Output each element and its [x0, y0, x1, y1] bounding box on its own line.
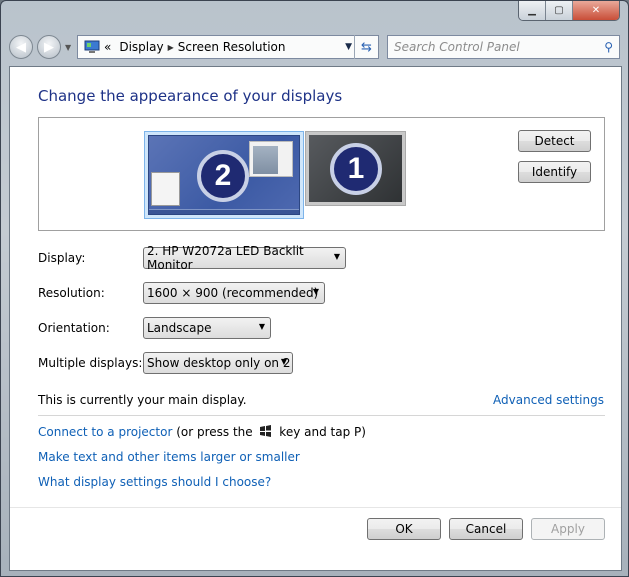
close-button[interactable]: ✕: [573, 1, 619, 20]
window-frame: ▁ ▢ ✕ ◀ ▶ ▼ « Display ▶ Screen Resolutio…: [0, 0, 629, 577]
cancel-button[interactable]: Cancel: [449, 518, 523, 540]
orientation-label: Orientation:: [38, 321, 110, 335]
breadcrumb-display[interactable]: Display: [119, 40, 163, 54]
monitor-2[interactable]: 2: [144, 131, 304, 219]
advanced-settings-link[interactable]: Advanced settings: [493, 393, 604, 407]
back-arrow-icon: ◀: [16, 39, 26, 55]
monitor-2-number: 2: [197, 150, 249, 202]
connect-projector-link[interactable]: Connect to a projector: [38, 425, 172, 439]
windows-logo-icon: [260, 425, 272, 437]
control-panel-icon: [84, 40, 100, 53]
search-placeholder: Search Control Panel: [394, 40, 520, 54]
forward-arrow-icon: ▶: [44, 39, 54, 55]
window-thumbnail-icon: [249, 141, 293, 177]
recent-pages-dropdown[interactable]: ▼: [65, 43, 71, 52]
back-button[interactable]: ◀: [9, 35, 33, 59]
chevron-down-icon: ▼: [333, 252, 340, 261]
monitor-2-screen: 2: [148, 135, 300, 215]
minimize-icon: ▁: [528, 5, 536, 16]
divider: [38, 415, 605, 416]
multiple-displays-label: Multiple displays:: [38, 356, 143, 370]
display-select[interactable]: 2. HP W2072a LED Backlit Monitor ▼: [143, 244, 346, 272]
detect-button[interactable]: Detect: [518, 130, 591, 152]
address-overflow[interactable]: «: [104, 40, 111, 54]
display-label: Display:: [38, 251, 86, 265]
projector-hint-post: key and tap P): [275, 425, 366, 439]
search-input[interactable]: Search Control Panel ⚲: [387, 35, 620, 59]
forward-button[interactable]: ▶: [37, 35, 61, 59]
address-bar[interactable]: « Display ▶ Screen Resolution ▼ ⇆: [77, 35, 379, 59]
close-icon: ✕: [591, 5, 601, 16]
ok-button[interactable]: OK: [367, 518, 441, 540]
orientation-value: Landscape: [147, 321, 212, 335]
resolution-select[interactable]: 1600 × 900 (recommended) ▼: [143, 282, 325, 304]
display-value: 2. HP W2072a LED Backlit Monitor: [147, 244, 304, 272]
main-display-status: This is currently your main display.: [38, 393, 247, 407]
minimize-button[interactable]: ▁: [519, 1, 546, 20]
projector-hint-pre: (or press the: [172, 425, 257, 439]
monitor-1[interactable]: 1: [305, 131, 406, 206]
maximize-icon: ▢: [554, 5, 564, 16]
monitor-arrangement: 2 1 Detect Identify: [38, 117, 605, 231]
chevron-down-icon: ▼: [280, 357, 287, 366]
projector-row: Connect to a projector (or press the key…: [38, 425, 366, 439]
display-help-link[interactable]: What display settings should I choose?: [38, 475, 271, 489]
orientation-select[interactable]: Landscape ▼: [143, 317, 271, 339]
taskbar-thumbnail: [149, 209, 299, 214]
refresh-button[interactable]: ⇆: [354, 35, 378, 59]
page-title: Change the appearance of your displays: [38, 87, 343, 105]
search-icon[interactable]: ⚲: [604, 40, 613, 54]
navigation-bar: ◀ ▶ ▼ « Display ▶ Screen Resolution ▼ ⇆ …: [9, 34, 620, 60]
caption-buttons: ▁ ▢ ✕: [518, 1, 620, 21]
chevron-down-icon: ▼: [258, 322, 265, 331]
monitor-1-screen: 1: [309, 135, 402, 202]
maximize-button[interactable]: ▢: [546, 1, 573, 20]
footer-divider: [10, 507, 621, 508]
multiple-displays-value: Show desktop only on 2: [147, 356, 291, 370]
breadcrumb-separator-icon[interactable]: ▶: [168, 43, 174, 52]
content-pane: Change the appearance of your displays 2…: [9, 66, 622, 571]
resolution-label: Resolution:: [38, 286, 105, 300]
start-menu-thumbnail-icon: [151, 172, 180, 206]
text-size-link[interactable]: Make text and other items larger or smal…: [38, 450, 300, 464]
resolution-value: 1600 × 900 (recommended): [147, 286, 319, 300]
apply-button[interactable]: Apply: [531, 518, 605, 540]
monitor-1-number: 1: [330, 143, 382, 195]
chevron-down-icon: ▼: [312, 287, 319, 296]
breadcrumb-screen-resolution[interactable]: Screen Resolution: [178, 40, 286, 54]
multiple-displays-select[interactable]: Show desktop only on 2 ▼: [143, 352, 293, 374]
refresh-icon: ⇆: [361, 39, 372, 55]
address-dropdown-icon[interactable]: ▼: [345, 42, 352, 52]
identify-button[interactable]: Identify: [518, 161, 591, 183]
